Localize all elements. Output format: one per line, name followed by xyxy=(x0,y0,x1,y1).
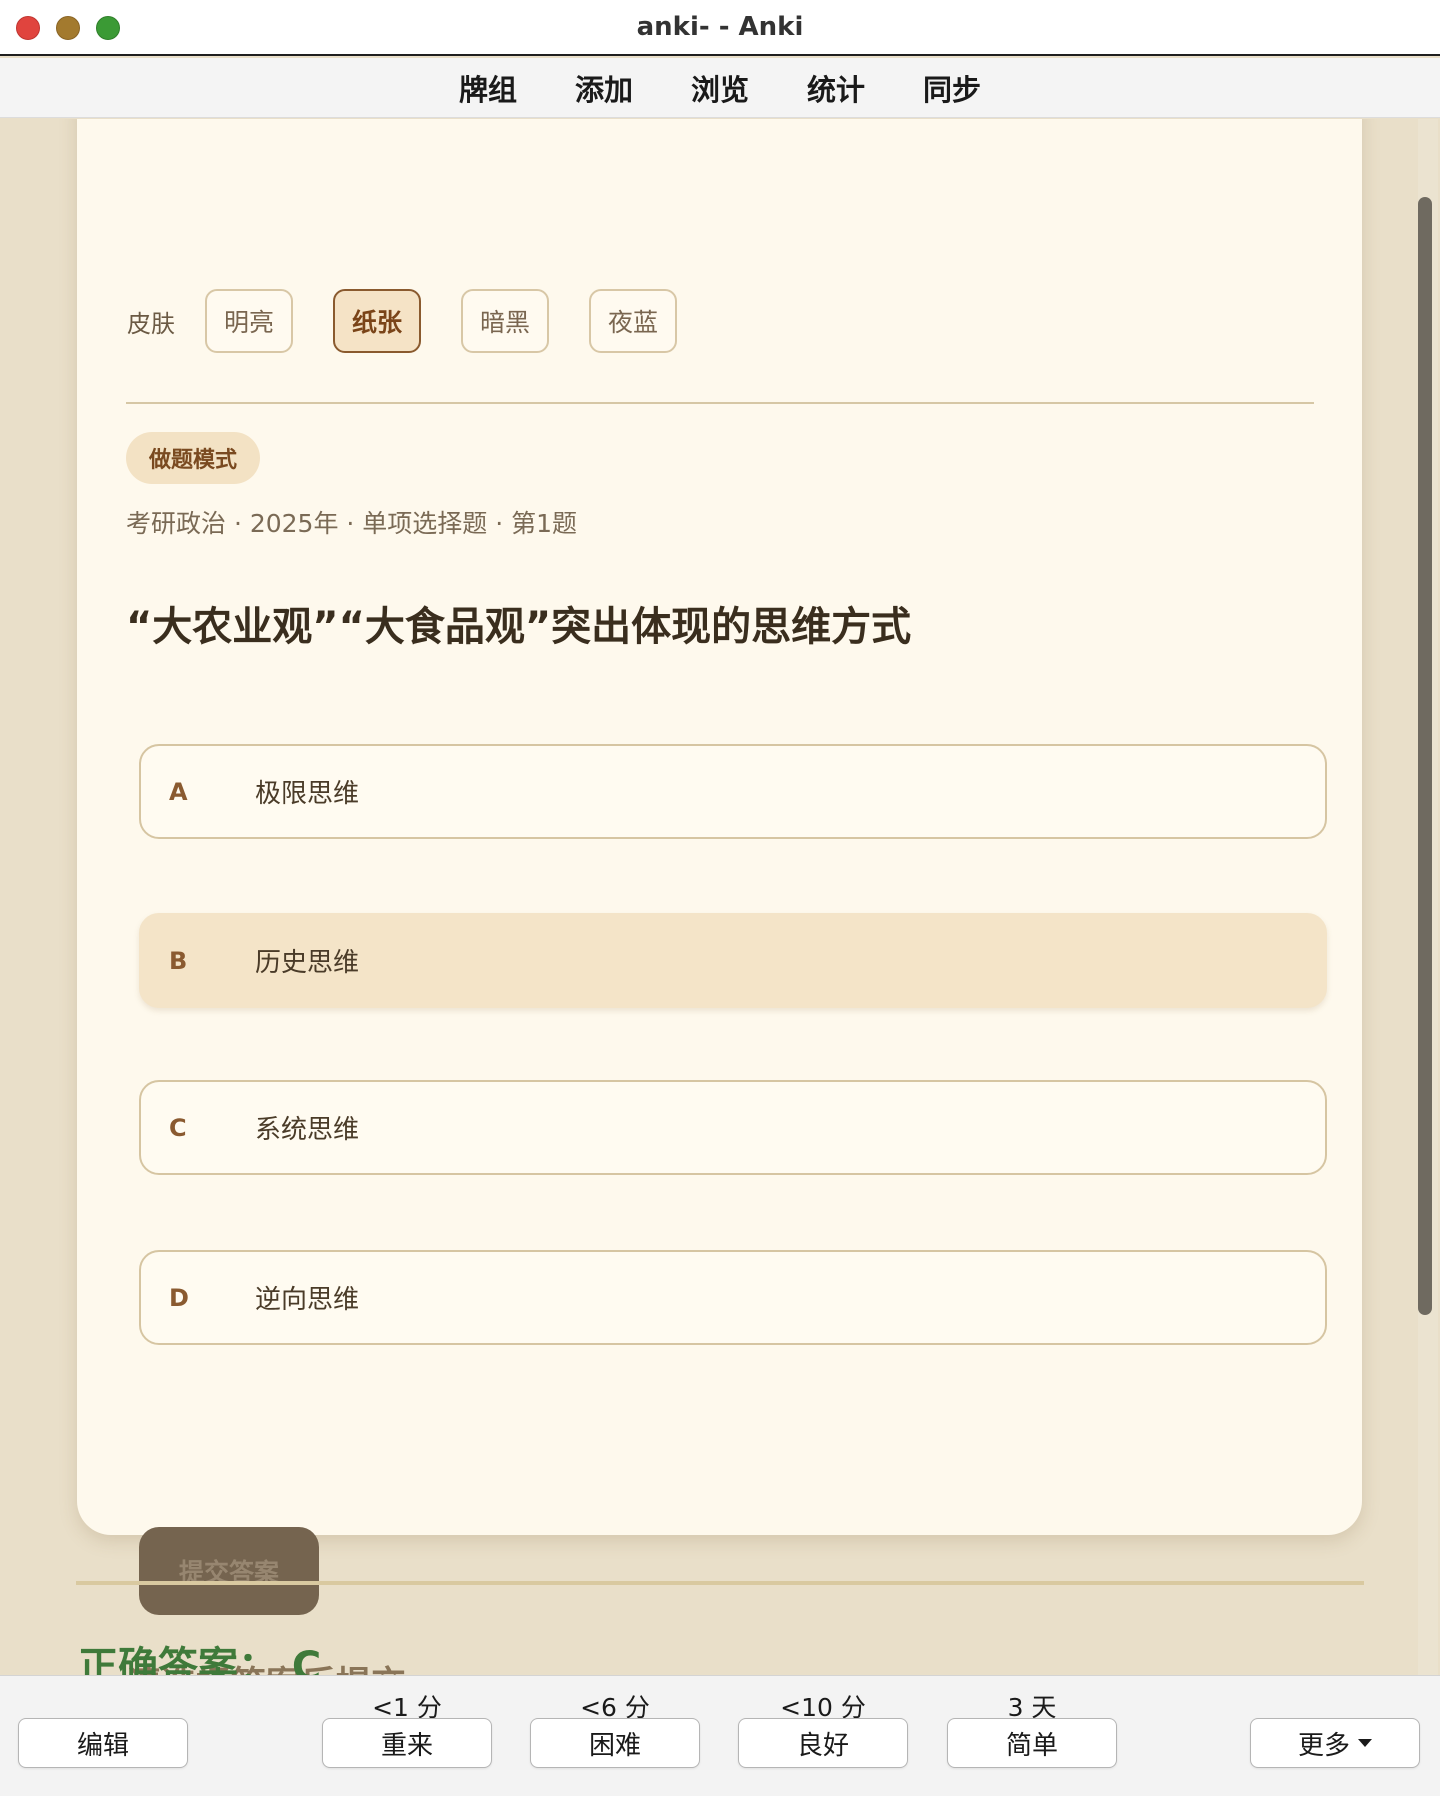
edit-button[interactable]: 编辑 xyxy=(18,1718,188,1768)
scrollbar-track[interactable] xyxy=(1418,119,1438,1675)
option-text: 系统思维 xyxy=(255,1115,360,1145)
question-title: “大农业观”“大食品观”突出体现的思维方式 xyxy=(126,604,912,650)
main-toolbar: 牌组 添加 浏览 统计 同步 xyxy=(0,58,1440,118)
skin-night-blue-button[interactable]: 夜蓝 xyxy=(589,289,677,353)
menu-sync[interactable]: 同步 xyxy=(923,67,981,109)
answer-bar: 编辑 <1 分 重来 <6 分 困难 <10 分 良好 3 天 简单 更多 xyxy=(0,1675,1440,1796)
answer-divider xyxy=(76,1581,1364,1585)
chevron-down-icon xyxy=(1358,1739,1372,1747)
more-label: 更多 xyxy=(1297,1730,1350,1761)
more-button[interactable]: 更多 xyxy=(1250,1718,1420,1768)
skin-bright-button[interactable]: 明亮 xyxy=(205,289,293,353)
window-title: anki- - Anki xyxy=(636,12,804,42)
option-a[interactable]: A 极限思维 xyxy=(139,744,1327,839)
option-letter: B xyxy=(169,946,188,975)
option-text: 历史思维 xyxy=(255,948,360,978)
menu-browse[interactable]: 浏览 xyxy=(691,67,749,109)
skin-dark-button[interactable]: 暗黑 xyxy=(461,289,549,353)
skin-label: 皮肤 xyxy=(127,309,175,338)
option-d[interactable]: D 逆向思维 xyxy=(139,1250,1327,1345)
option-text: 极限思维 xyxy=(255,779,360,809)
divider xyxy=(126,402,1314,404)
question-card: 皮肤 明亮 纸张 暗黑 夜蓝 做题模式 考研政治 · 2025年 · 单项选择题… xyxy=(77,119,1362,1675)
option-letter: A xyxy=(169,777,188,806)
skin-selector: 皮肤 明亮 纸张 暗黑 夜蓝 xyxy=(127,289,717,353)
window-titlebar: anki- - Anki xyxy=(0,0,1440,56)
review-area: 皮肤 明亮 纸张 暗黑 夜蓝 做题模式 考研政治 · 2025年 · 单项选择题… xyxy=(0,119,1440,1675)
good-button[interactable]: 良好 xyxy=(738,1718,908,1768)
option-text: 逆向思维 xyxy=(255,1285,360,1315)
scrollbar-thumb[interactable] xyxy=(1418,197,1432,1315)
skin-paper-button[interactable]: 纸张 xyxy=(333,289,421,353)
again-button[interactable]: 重来 xyxy=(322,1718,492,1768)
option-letter: C xyxy=(169,1113,187,1142)
menu-decks[interactable]: 牌组 xyxy=(459,67,517,109)
hard-button[interactable]: 困难 xyxy=(530,1718,700,1768)
mode-badge: 做题模式 xyxy=(126,432,260,484)
option-letter: D xyxy=(169,1283,189,1312)
submit-answer-button[interactable]: 提交答案 xyxy=(139,1527,319,1615)
easy-button[interactable]: 简单 xyxy=(947,1718,1117,1768)
option-b[interactable]: B 历史思维 xyxy=(139,913,1327,1008)
menu-add[interactable]: 添加 xyxy=(575,67,633,109)
menu-stats[interactable]: 统计 xyxy=(807,67,865,109)
correct-answer: 正确答案： C xyxy=(78,1644,322,1675)
question-meta: 考研政治 · 2025年 · 单项选择题 · 第1题 xyxy=(126,509,578,538)
option-c[interactable]: C 系统思维 xyxy=(139,1080,1327,1175)
